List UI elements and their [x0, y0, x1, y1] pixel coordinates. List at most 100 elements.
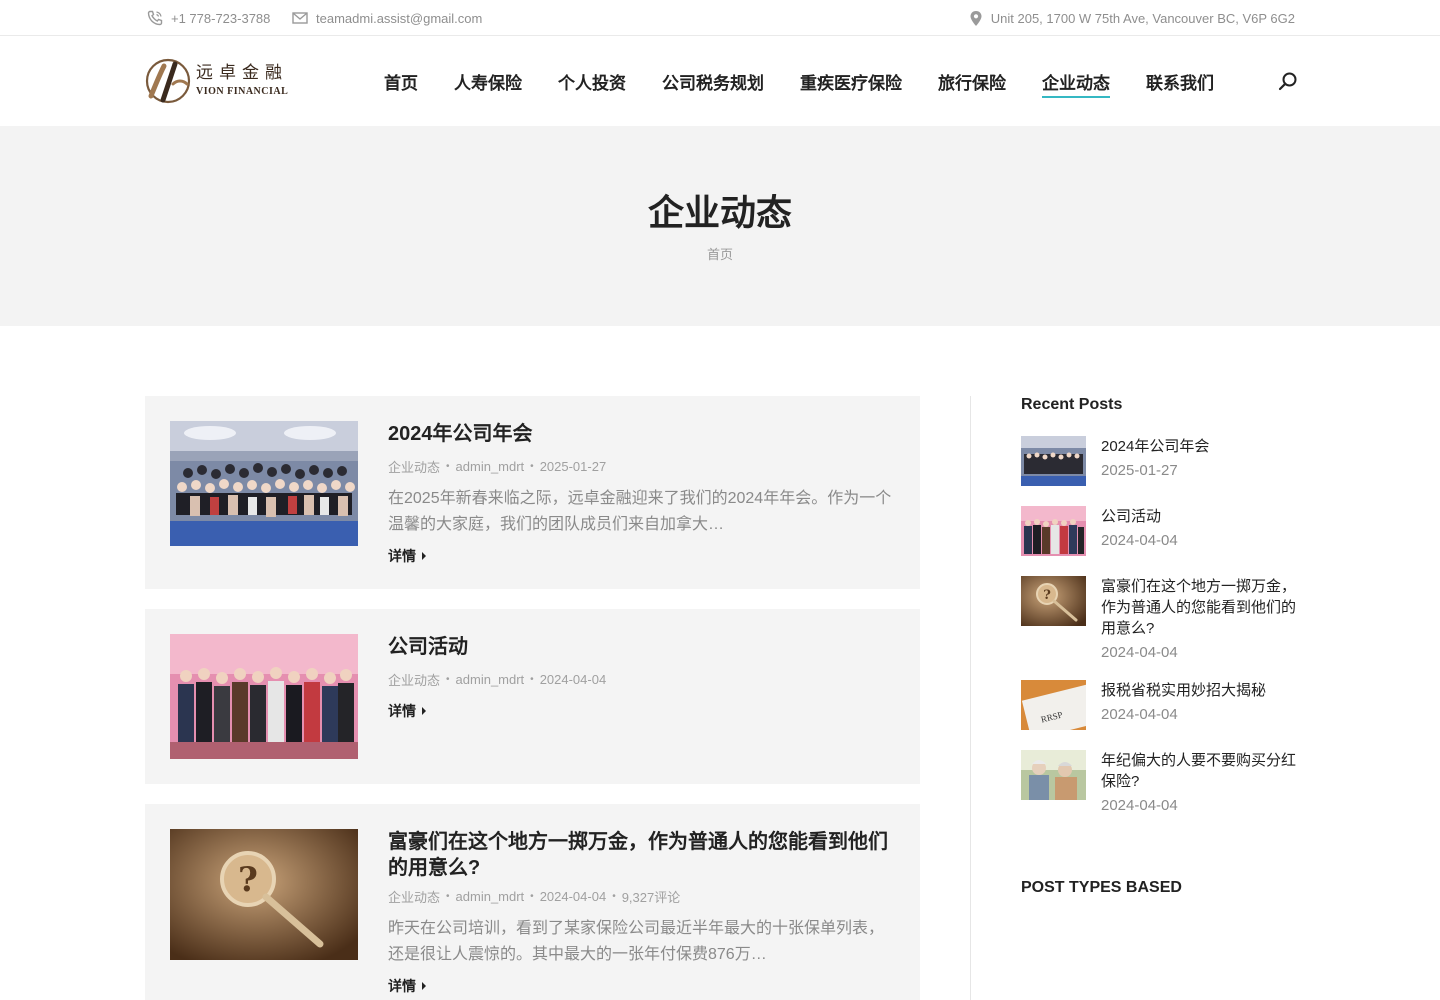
recent-post-item[interactable]: 年纪偏大的人要不要购买分红保险? 2024-04-04: [1021, 750, 1296, 830]
address-text: Unit 205, 1700 W 75th Ave, Vancouver BC,…: [990, 10, 1295, 26]
logo-english-name: VION FINANCIAL: [196, 86, 289, 97]
read-more-label: 详情: [388, 548, 416, 564]
rrsp-document-thumb: RRSP: [1021, 680, 1086, 730]
logo-mark-icon: [145, 58, 191, 104]
recent-post-thumbnail[interactable]: [1021, 506, 1086, 556]
logo-chinese-name: 远卓金融: [196, 63, 288, 83]
meta-separator: •: [530, 891, 534, 902]
recent-post-date: 2024-04-04: [1101, 797, 1178, 814]
recent-post-title[interactable]: 公司活动: [1101, 506, 1296, 527]
post-title[interactable]: 公司活动: [388, 634, 895, 660]
search-icon: [1278, 72, 1297, 91]
nav-item-critical-illness-insurance[interactable]: 重疾医疗保险: [800, 36, 902, 126]
recent-post-title[interactable]: 2024年公司年会: [1101, 436, 1296, 457]
recent-post-item[interactable]: 公司活动 2024-04-04: [1021, 506, 1296, 566]
post-meta: 企业动态 • admin_mdrt • 2024-04-04 • 9,327评论: [388, 887, 895, 906]
post-date[interactable]: 2025-01-27: [540, 459, 607, 474]
recent-posts-heading: Recent Posts: [1021, 396, 1123, 413]
nav-item-personal-investment[interactable]: 个人投资: [558, 36, 626, 126]
nav-item-company-news[interactable]: 企业动态: [1042, 36, 1110, 126]
post-card: 公司活动 企业动态 • admin_mdrt • 2024-04-04 详情: [145, 609, 920, 784]
read-more-link[interactable]: 详情: [388, 976, 426, 996]
annual-party-photo: [170, 421, 358, 546]
magnifier-question-photo: ?: [170, 829, 358, 960]
post-body: 2024年公司年会 企业动态 • admin_mdrt • 2025-01-27…: [388, 421, 895, 566]
elderly-people-thumb: [1021, 750, 1086, 800]
read-more-label: 详情: [388, 978, 416, 994]
recent-post-thumbnail[interactable]: ?: [1021, 576, 1086, 626]
phone-text: +1 778-723-3788: [171, 10, 271, 26]
post-thumbnail[interactable]: [170, 634, 358, 759]
nav-item-corporate-tax-planning[interactable]: 公司税务规划: [662, 36, 764, 126]
post-title[interactable]: 富豪们在这个地方一掷万金，作为普通人的您能看到他们的用意么?: [388, 829, 895, 881]
recent-post-item[interactable]: 2024年公司年会 2025-01-27: [1021, 436, 1296, 496]
post-author[interactable]: admin_mdrt: [456, 889, 525, 904]
topbar-email[interactable]: teamadmi.assist@gmail.com: [292, 0, 482, 36]
post-meta: 企业动态 • admin_mdrt • 2024-04-04: [388, 670, 895, 689]
search-button[interactable]: [1277, 70, 1299, 92]
top-contact-bar: +1 778-723-3788 teamadmi.assist@gmail.co…: [0, 0, 1440, 36]
mail-icon: [292, 12, 308, 24]
post-thumbnail[interactable]: [170, 421, 358, 546]
nav-item-travel-insurance[interactable]: 旅行保险: [938, 36, 1006, 126]
breadcrumb: 首页: [0, 244, 1440, 263]
sidebar-divider: [970, 396, 971, 1000]
logo-text: 远卓金融 VION FINANCIAL: [196, 65, 288, 97]
post-body: 富豪们在这个地方一掷万金，作为普通人的您能看到他们的用意么? 企业动态 • ad…: [388, 829, 895, 996]
recent-post-text: 2024年公司年会 2025-01-27: [1101, 436, 1296, 479]
post-thumbnail[interactable]: ?: [170, 829, 358, 960]
svg-text:?: ?: [1043, 588, 1051, 603]
recent-post-title[interactable]: 年纪偏大的人要不要购买分红保险?: [1101, 750, 1296, 792]
recent-post-thumbnail[interactable]: RRSP: [1021, 680, 1086, 730]
meta-separator: •: [612, 891, 616, 902]
recent-post-date: 2025-01-27: [1101, 462, 1178, 479]
post-category[interactable]: 企业动态: [388, 457, 440, 476]
caret-right-icon: [422, 982, 426, 990]
meta-separator: •: [446, 674, 450, 685]
read-more-link[interactable]: 详情: [388, 546, 426, 566]
post-author[interactable]: admin_mdrt: [456, 459, 525, 474]
recent-post-text: 年纪偏大的人要不要购买分红保险? 2024-04-04: [1101, 750, 1296, 814]
post-author[interactable]: admin_mdrt: [456, 672, 525, 687]
recent-post-item[interactable]: RRSP 报税省税实用妙招大揭秘 2024-04-04: [1021, 680, 1296, 740]
page-title-band: 企业动态 首页: [0, 126, 1440, 326]
post-excerpt: 在2025年新春来临之际，远卓金融迎来了我们的2024年年会。作为一个温馨的大家…: [388, 490, 892, 533]
location-pin-icon: [970, 10, 982, 26]
recent-post-item[interactable]: ? 富豪们在这个地方一掷万金，作为普通人的您能看到他们的用意么? 2024-04…: [1021, 576, 1296, 671]
post-date[interactable]: 2024-04-04: [540, 889, 607, 904]
post-category[interactable]: 企业动态: [388, 887, 440, 906]
recent-post-text: 公司活动 2024-04-04: [1101, 506, 1296, 549]
recent-post-date: 2024-04-04: [1101, 644, 1178, 661]
recent-post-date: 2024-04-04: [1101, 532, 1178, 549]
post-meta: 企业动态 • admin_mdrt • 2025-01-27: [388, 457, 895, 476]
recent-post-title[interactable]: 报税省税实用妙招大揭秘: [1101, 680, 1296, 701]
post-excerpt: 昨天在公司培训，看到了某家保险公司最近半年最大的十张保单列表，还是很让人震惊的。…: [388, 920, 885, 963]
meta-separator: •: [446, 461, 450, 472]
recent-post-thumbnail[interactable]: [1021, 750, 1086, 800]
email-text: teamadmi.assist@gmail.com: [316, 10, 483, 26]
post-types-heading: POST TYPES BASED: [1021, 879, 1182, 896]
post-card: ? 富豪们在这个地方一掷万金，作为普通人的您能看到他们的用意么? 企业动态 • …: [145, 804, 920, 1000]
recent-post-thumbnail[interactable]: [1021, 436, 1086, 486]
post-category[interactable]: 企业动态: [388, 670, 440, 689]
nav-item-home[interactable]: 首页: [384, 36, 418, 126]
post-card: 2024年公司年会 企业动态 • admin_mdrt • 2025-01-27…: [145, 396, 920, 589]
nav-item-contact-us[interactable]: 联系我们: [1146, 36, 1214, 126]
recent-post-text: 富豪们在这个地方一掷万金，作为普通人的您能看到他们的用意么? 2024-04-0…: [1101, 576, 1296, 661]
site-logo[interactable]: 远卓金融 VION FINANCIAL: [145, 56, 290, 106]
page-title: 企业动态: [647, 192, 792, 233]
post-title[interactable]: 2024年公司年会: [388, 421, 895, 447]
topbar-address: Unit 205, 1700 W 75th Ave, Vancouver BC,…: [969, 0, 1295, 36]
magnifier-question-thumb: ?: [1021, 576, 1086, 626]
breadcrumb-home-link[interactable]: 首页: [707, 247, 733, 262]
company-event-thumb: [1021, 506, 1086, 556]
caret-right-icon: [422, 707, 426, 715]
post-comments[interactable]: 9,327评论: [622, 887, 681, 906]
read-more-link[interactable]: 详情: [388, 701, 426, 721]
read-more-label: 详情: [388, 703, 416, 719]
meta-separator: •: [446, 891, 450, 902]
topbar-phone[interactable]: +1 778-723-3788: [147, 0, 270, 36]
recent-post-title[interactable]: 富豪们在这个地方一掷万金，作为普通人的您能看到他们的用意么?: [1101, 576, 1296, 639]
post-date[interactable]: 2024-04-04: [540, 672, 607, 687]
nav-item-life-insurance[interactable]: 人寿保险: [454, 36, 522, 126]
